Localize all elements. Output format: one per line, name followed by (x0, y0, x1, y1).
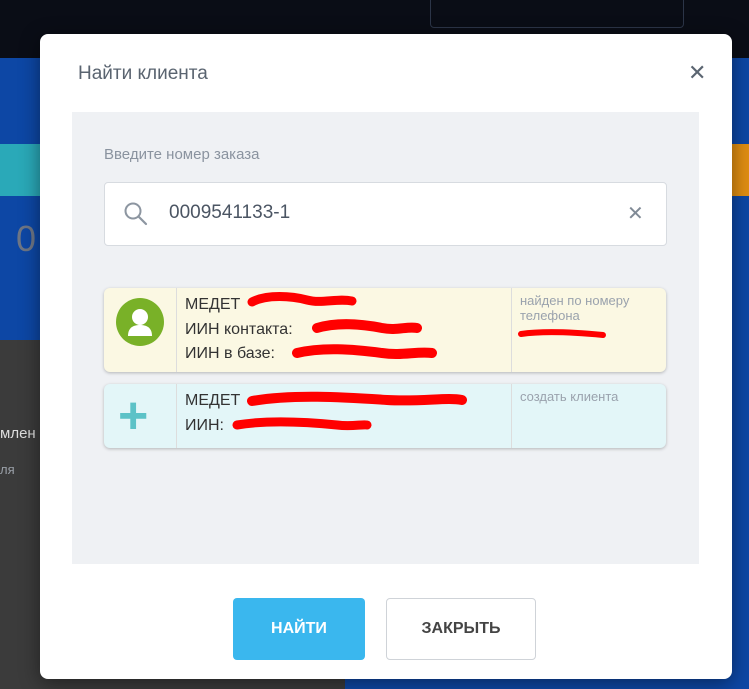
base-iin-label: ИИН в базе: (185, 345, 275, 362)
redaction-mark (312, 319, 422, 334)
result-note: создать клиента (512, 384, 666, 448)
close-button[interactable]: ЗАКРЫТЬ (386, 598, 536, 660)
client-result-found[interactable]: МЕДЕТ ИИН контакта: ИИН в базе: найден п… (104, 288, 666, 372)
contact-iin-label: ИИН контакта: (185, 321, 293, 338)
client-name: МЕДЕТ (185, 296, 241, 313)
order-number-value: 0009541133-1 (169, 202, 291, 223)
bg-search-box (430, 0, 684, 28)
iin-label: ИИН: (185, 417, 224, 434)
result-details: МЕДЕТ ИИН контакта: ИИН в базе: (177, 288, 512, 372)
result-icon-cell: + (104, 384, 177, 448)
bg-text1: млен (0, 425, 36, 442)
order-number-label: Введите номер заказа (104, 146, 260, 163)
dialog-title: Найти клиента (78, 63, 208, 84)
found-by-phone-note: найден по номеру телефона (520, 293, 630, 323)
redaction-mark (232, 417, 372, 431)
bg-big-number: 0 (16, 218, 37, 259)
bg-text2: ля (0, 462, 15, 477)
search-icon (124, 202, 148, 226)
clear-icon[interactable]: ✕ (627, 201, 644, 226)
client-result-create[interactable]: + МЕДЕТ ИИН: создать клиента (104, 384, 666, 448)
result-icon-cell (104, 288, 177, 372)
result-note: найден по номеру телефона (512, 288, 666, 372)
search-panel: Введите номер заказа 0009541133-1 ✕ МЕДЕ… (72, 112, 699, 564)
order-number-input[interactable]: 0009541133-1 ✕ (104, 182, 667, 246)
redaction-mark (247, 292, 357, 307)
bg-teal-tab (0, 144, 40, 196)
client-name: МЕДЕТ (185, 392, 241, 409)
redaction-mark (518, 329, 606, 338)
bg-orange-tab (730, 144, 749, 196)
close-icon[interactable]: ✕ (688, 60, 706, 86)
find-client-dialog: Найти клиента ✕ Введите номер заказа 000… (40, 34, 732, 679)
create-client-note: создать клиента (520, 389, 619, 404)
plus-icon: + (118, 387, 149, 445)
find-button[interactable]: НАЙТИ (233, 598, 365, 660)
person-icon (116, 298, 164, 346)
redaction-mark (247, 391, 467, 406)
result-details: МЕДЕТ ИИН: (177, 384, 512, 448)
redaction-mark (292, 344, 437, 359)
